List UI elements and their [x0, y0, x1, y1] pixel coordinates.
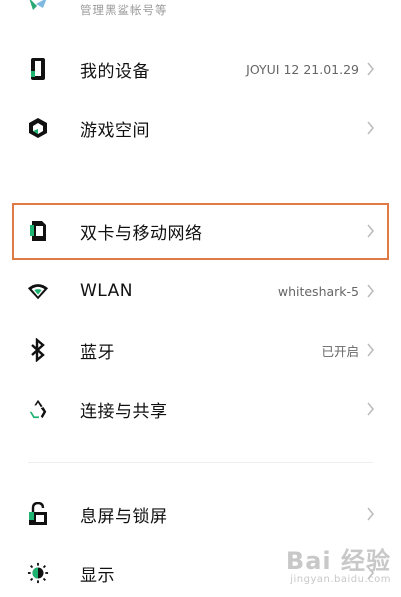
settings-item-label: WLAN — [80, 281, 134, 301]
account-row[interactable]: 管理黑鲨帐号等 — [0, 0, 401, 20]
settings-item-value: whiteshark-5 — [277, 283, 359, 299]
settings-item-game-space[interactable]: 游戏空间 — [0, 104, 401, 152]
settings-item-label: 连接与共享 — [80, 401, 168, 422]
lock-icon — [27, 502, 49, 525]
settings-item-label: 游戏空间 — [80, 120, 150, 141]
share-icon — [27, 398, 49, 420]
settings-item-my-device[interactable]: 我的设备 JOYUI 12 21.01.29 — [0, 45, 401, 93]
section-divider — [28, 462, 373, 463]
settings-item-label: 息屏与锁屏 — [80, 506, 168, 527]
settings-item-label: 我的设备 — [80, 61, 150, 82]
settings-item-lock-screen[interactable]: 息屏与锁屏 — [0, 490, 401, 538]
watermark-logo: Bai 经验 — [285, 547, 391, 575]
highlight-box — [12, 203, 389, 260]
chevron-right-icon — [367, 121, 374, 135]
bluetooth-icon — [27, 338, 49, 362]
chevron-right-icon — [367, 343, 374, 357]
settings-item-connection-sharing[interactable]: 连接与共享 — [0, 385, 401, 433]
chevron-right-icon — [367, 62, 374, 76]
account-subtitle: 管理黑鲨帐号等 — [80, 3, 168, 17]
phone-icon — [27, 58, 49, 80]
settings-item-value: 已开启 — [321, 343, 359, 359]
account-avatar-icon — [27, 0, 49, 16]
settings-item-label: 显示 — [80, 565, 115, 586]
chevron-right-icon — [367, 284, 374, 298]
chevron-right-icon — [367, 402, 374, 416]
settings-item-label: 蓝牙 — [80, 342, 115, 363]
settings-item-value: JOYUI 12 21.01.29 — [246, 61, 359, 77]
settings-item-wlan[interactable]: WLAN whiteshark-5 — [0, 267, 401, 315]
baidu-watermark: Bai 经验 jingyan.baidu.com — [286, 541, 391, 585]
chevron-right-icon — [367, 507, 374, 521]
wifi-icon — [27, 280, 49, 302]
watermark-url: jingyan.baidu.com — [290, 574, 391, 585]
settings-item-bluetooth[interactable]: 蓝牙 已开启 — [0, 326, 401, 374]
brightness-icon — [27, 562, 49, 584]
game-space-icon — [27, 117, 49, 139]
